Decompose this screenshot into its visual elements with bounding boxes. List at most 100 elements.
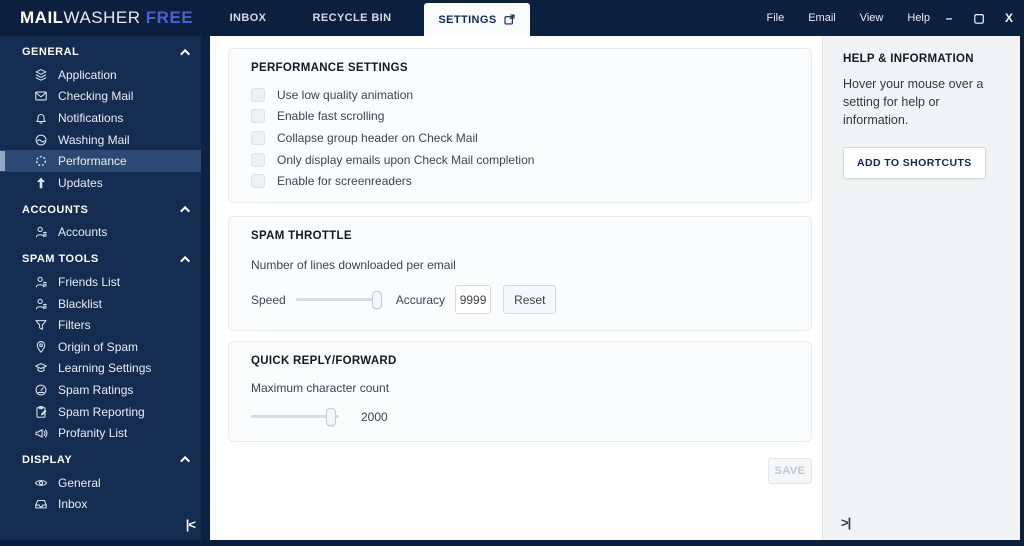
sidebar-item-notifications[interactable]: Notifications: [0, 107, 210, 129]
sidebar-item-label: Washing Mail: [58, 132, 130, 147]
minimize-button[interactable]: –: [942, 11, 956, 25]
gauge-icon: [33, 382, 48, 397]
external-link-icon: [503, 13, 516, 26]
sidebar-item-label: Updates: [58, 175, 103, 190]
app-window: MAILWASHER FREE INBOX RECYCLE BIN SETTINGS…: [0, 0, 1024, 546]
sidebar-item-label: General: [58, 475, 101, 490]
user-icon: [33, 296, 48, 311]
menu-bar: File Email View Help: [766, 0, 930, 36]
checkbox-row-enable-fast-scrolling: Enable fast scrolling: [251, 106, 789, 128]
sidebar-item-label: Filters: [58, 318, 91, 333]
sidebar-item-label: Learning Settings: [58, 361, 152, 376]
section-title: ACCOUNTS: [22, 203, 89, 216]
max-char-count-label: Maximum character count: [251, 380, 390, 395]
sidebar-item-label: Application: [58, 67, 117, 82]
sidebar-item-application[interactable]: Application: [0, 64, 210, 86]
window-frame-bottom: [0, 540, 1024, 546]
spinner-icon: [33, 154, 48, 169]
speed-slider-thumb[interactable]: [371, 290, 382, 309]
save-button[interactable]: SAVE: [768, 457, 812, 484]
sidebar-item-spam-reporting[interactable]: Spam Reporting: [0, 401, 210, 423]
add-to-shortcuts-button[interactable]: ADD TO SHORTCUTS: [843, 147, 986, 180]
sidebar-item-performance[interactable]: Performance: [0, 150, 210, 172]
accuracy-label: Accuracy: [395, 292, 446, 307]
speed-label: Speed: [251, 292, 286, 307]
sidebar-item-label: Origin of Spam: [58, 339, 139, 354]
checkbox-use-low-quality-animation[interactable]: [251, 87, 265, 102]
tab-label: INBOX: [229, 12, 267, 24]
char-count-slider-thumb[interactable]: [325, 407, 336, 426]
close-button[interactable]: X: [1002, 11, 1016, 25]
card-title: SPAM THROTTLE: [251, 229, 352, 242]
menu-help[interactable]: Help: [907, 12, 930, 24]
sidebar-item-blacklist[interactable]: Blacklist: [0, 293, 210, 315]
maximize-button[interactable]: ▢: [972, 11, 986, 25]
sidebar-item-label: Performance: [58, 154, 127, 169]
sidebar-section-general[interactable]: GENERAL: [0, 40, 210, 64]
reset-button[interactable]: Reset: [503, 285, 557, 315]
menu-email[interactable]: Email: [808, 12, 836, 24]
inbox-icon: [33, 497, 48, 512]
section-title: DISPLAY: [22, 453, 73, 466]
sidebar-item-updates[interactable]: Updates: [0, 172, 210, 194]
sidebar-item-label: Spam Ratings: [58, 382, 134, 397]
sidebar-item-origin-of-spam[interactable]: Origin of Spam: [0, 336, 210, 358]
sidebar-item-accounts[interactable]: Accounts: [0, 222, 210, 244]
sidebar-scrollbar-gutter[interactable]: [201, 36, 210, 540]
section-title: SPAM TOOLS: [22, 253, 99, 266]
sidebar-section-spam-tools[interactable]: SPAM TOOLS: [0, 247, 210, 271]
sidebar-item-checking-mail[interactable]: Checking Mail: [0, 86, 210, 108]
sidebar-item-general[interactable]: General: [0, 472, 210, 494]
pin-icon: [33, 339, 48, 354]
checkbox-label: Use low quality animation: [277, 87, 414, 102]
sidebar-item-learning-settings[interactable]: Learning Settings: [0, 358, 210, 380]
bell-icon: [33, 110, 48, 125]
window-frame-right: [1020, 36, 1024, 546]
checkbox-enable-for-screenreaders[interactable]: [251, 174, 265, 189]
help-panel-expand-icon[interactable]: >|: [841, 515, 851, 530]
char-count-value: 2000: [361, 409, 388, 424]
char-count-slider[interactable]: [251, 407, 339, 426]
performance-settings-card: PERFORMANCE SETTINGS Use low quality ani…: [228, 48, 812, 203]
sidebar-item-inbox[interactable]: Inbox: [0, 494, 210, 516]
menu-view[interactable]: View: [860, 12, 884, 24]
clipboard-icon: [33, 404, 48, 419]
checkbox-collapse-group-header-on-check-mail[interactable]: [251, 130, 265, 145]
tab-inbox[interactable]: INBOX: [196, 0, 300, 36]
settings-sidebar: GENERAL Application Checking Mail Notifica…: [0, 36, 210, 540]
card-title: PERFORMANCE SETTINGS: [251, 62, 408, 74]
speed-slider[interactable]: [295, 290, 382, 309]
quick-reply-controls: 2000: [251, 405, 789, 429]
checkbox-label: Only display emails upon Check Mail comp…: [277, 152, 535, 167]
checkbox-only-display-emails-upon-check-mail-completion[interactable]: [251, 152, 265, 167]
settings-content: PERFORMANCE SETTINGS Use low quality ani…: [210, 36, 822, 540]
quick-reply-forward-card: QUICK REPLY/FORWARD Maximum character co…: [228, 340, 812, 442]
checkbox-enable-fast-scrolling[interactable]: [251, 109, 265, 124]
checkbox-row-collapse-group-header-on-check-mail: Collapse group header on Check Mail: [251, 127, 789, 149]
sidebar-item-label: Checking Mail: [58, 89, 134, 104]
menu-file[interactable]: File: [766, 12, 784, 24]
sidebar-item-label: Notifications: [58, 110, 124, 125]
sidebar-collapse-icon[interactable]: |<: [186, 517, 196, 532]
main-area: PERFORMANCE SETTINGS Use low quality ani…: [210, 36, 1020, 540]
sidebar-section-accounts[interactable]: ACCOUNTS: [0, 198, 210, 222]
section-title: GENERAL: [22, 46, 80, 58]
sidebar-item-filters[interactable]: Filters: [0, 314, 210, 336]
user-icon: [33, 274, 48, 289]
eye-icon: [33, 475, 48, 490]
tab-recycle-bin[interactable]: RECYCLE BIN: [300, 0, 404, 36]
sidebar-item-washing-mail[interactable]: Washing Mail: [0, 129, 210, 151]
mail-icon: [33, 89, 48, 104]
sidebar-item-spam-ratings[interactable]: Spam Ratings: [0, 379, 210, 401]
tab-settings[interactable]: SETTINGS: [424, 3, 530, 36]
save-row: SAVE: [228, 457, 812, 484]
spam-throttle-description: Number of lines downloaded per email: [251, 257, 456, 272]
help-panel-title: HELP & INFORMATION: [843, 53, 974, 65]
spam-throttle-controls: Speed Accuracy Reset: [251, 285, 789, 315]
sidebar-item-label: Spam Reporting: [58, 404, 145, 419]
sidebar-item-profanity-list[interactable]: Profanity List: [0, 422, 210, 444]
sidebar-item-friends-list[interactable]: Friends List: [0, 271, 210, 293]
accuracy-input[interactable]: [455, 285, 492, 315]
funnel-icon: [33, 318, 48, 333]
sidebar-section-display[interactable]: DISPLAY: [0, 448, 210, 472]
